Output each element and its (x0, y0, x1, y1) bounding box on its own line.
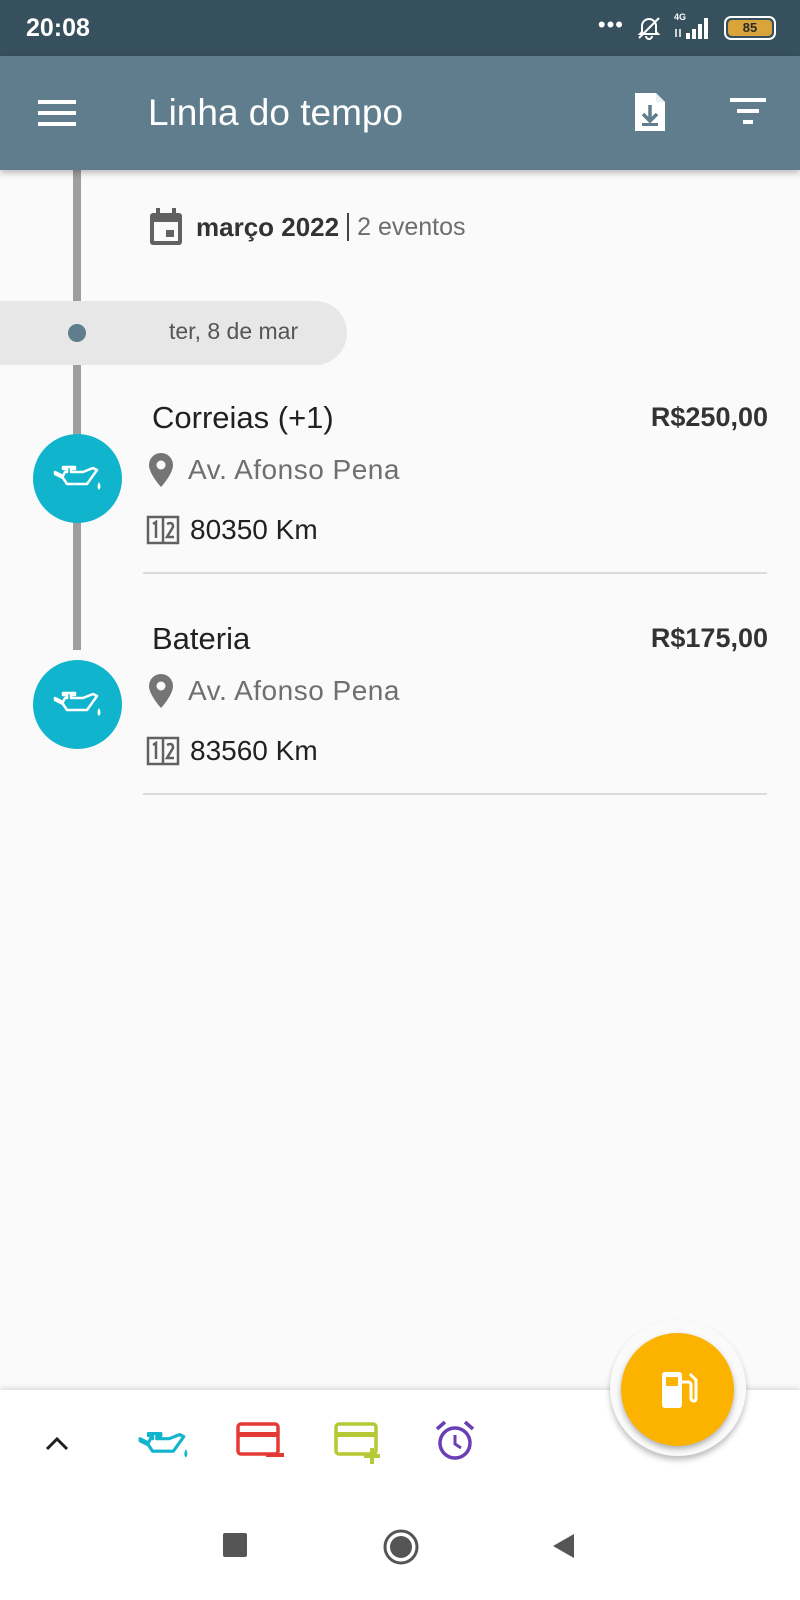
event-count: 2 eventos (357, 212, 466, 241)
oil-can-icon (53, 691, 100, 716)
income-card-icon[interactable] (334, 1420, 384, 1464)
chevron-up-icon[interactable] (44, 1434, 70, 1452)
month-header: março 2022 2 eventos (148, 205, 466, 249)
divider (143, 793, 767, 795)
event-price: R$175,00 (650, 623, 768, 653)
page-title: Linha do tempo (148, 92, 404, 133)
battery-level: 85 (728, 20, 772, 36)
fuel-pump-icon (661, 1371, 697, 1408)
status-bar: 20:08 ••• 4G 85 (0, 0, 800, 56)
oil-can-icon (53, 465, 100, 490)
month-label: março 2022 (196, 211, 340, 242)
back-icon[interactable] (550, 1532, 576, 1560)
odometer-icon (146, 515, 180, 545)
alarm-off-icon (637, 17, 661, 40)
home-icon[interactable] (382, 1528, 420, 1566)
alarm-clock-icon[interactable] (434, 1420, 476, 1462)
signal-icon: 4G (674, 12, 712, 41)
calendar-icon (150, 208, 182, 245)
event-odometer-text: 80350 Km (190, 514, 318, 545)
event-badge (33, 660, 122, 749)
event-title: Correias (+1) (152, 400, 334, 435)
recents-icon[interactable] (222, 1532, 248, 1558)
location-pin-icon (149, 453, 173, 487)
timeline-event[interactable]: Correias (+1) R$250,00 Av. Afonso Pena 8… (0, 400, 800, 610)
event-location: Av. Afonso Pena (148, 452, 400, 488)
menu-icon[interactable] (38, 98, 76, 128)
filter-icon[interactable] (730, 96, 766, 126)
day-header: ter, 8 de mar (0, 301, 347, 365)
timeline-event[interactable]: Bateria R$175,00 Av. Afonso Pena 83560 K… (0, 621, 800, 831)
event-title: Bateria (152, 621, 251, 656)
event-odometer: 80350 Km (146, 514, 318, 546)
location-pin-icon (149, 674, 173, 708)
divider (143, 572, 767, 574)
day-label: ter, 8 de mar (169, 318, 299, 344)
day-dot (68, 324, 86, 342)
divider (347, 213, 350, 241)
event-price: R$250,00 (650, 402, 768, 432)
odometer-icon (146, 736, 180, 766)
status-icons: ••• 4G 85 (598, 12, 776, 44)
system-nav-bar (0, 1506, 800, 1600)
expense-card-icon[interactable] (236, 1420, 286, 1460)
timeline-line (73, 170, 81, 650)
event-location-text: Av. Afonso Pena (188, 675, 400, 706)
notification-dots: ••• (597, 12, 624, 37)
event-badge (33, 434, 122, 523)
network-type: 4G (674, 12, 687, 22)
event-odometer: 83560 Km (146, 735, 318, 767)
oil-can-icon[interactable] (138, 1430, 190, 1462)
event-location-text: Av. Afonso Pena (188, 454, 400, 485)
status-time: 20:08 (26, 14, 90, 42)
event-odometer-text: 83560 Km (190, 735, 318, 766)
add-fuel-button[interactable] (621, 1333, 734, 1446)
export-icon[interactable] (632, 90, 668, 134)
app-bar: Linha do tempo (0, 56, 800, 170)
event-location: Av. Afonso Pena (148, 673, 400, 709)
battery-icon: 85 (724, 16, 776, 40)
